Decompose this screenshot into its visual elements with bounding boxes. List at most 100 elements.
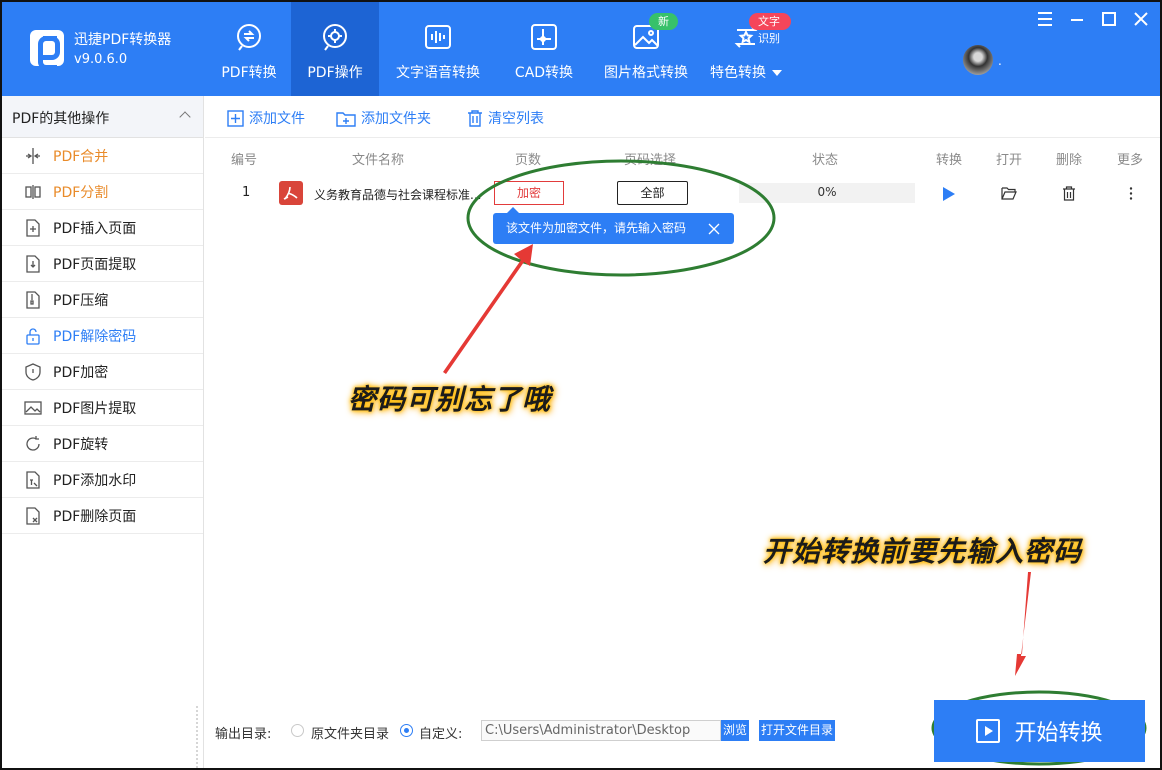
folder-open-icon[interactable] [1001,186,1017,200]
sidebar-title: PDF的其他操作 [12,111,110,127]
close-icon[interactable] [1132,10,1150,28]
merge-icon [26,147,40,164]
avatar[interactable] [963,45,993,75]
user-name: . [998,54,1002,68]
header-bar: 迅捷PDF转换器 v9.0.6.0 PDF转换 PDF操作 文字语音转换 CAD… [2,2,1160,96]
output-path-input[interactable] [481,720,721,741]
unlock-icon [26,327,40,345]
close-icon[interactable] [708,223,720,235]
add-folder-button[interactable]: 添加文件夹 [336,108,431,128]
radio-original-label: 原文件夹目录 [311,727,390,742]
more-icon[interactable] [1128,186,1134,201]
col-page-select: 页码选择 [624,153,677,168]
output-label: 输出目录: [215,727,272,742]
annotation-arrow-top [443,244,533,374]
menu-icon[interactable] [1036,10,1054,28]
sidebar-item-label: PDF解除密码 [53,328,137,345]
sidebar-item-label: PDF添加水印 [53,472,137,489]
tab-image-convert[interactable]: 图片格式转换 新 [591,2,701,96]
annotation-text-bottom: 开始转换前要先输入密码 [763,535,1083,568]
cad-icon [531,24,557,50]
image-extract-icon [24,400,42,415]
page-select-button[interactable]: 全部 [617,181,688,205]
delete-page-icon [26,506,40,525]
col-delete: 删除 [1056,153,1083,168]
sidebar-item-remove-password[interactable]: PDF解除密码 [2,318,203,354]
play-icon[interactable] [942,186,956,202]
add-file-icon [227,109,244,127]
tab-pdf-convert[interactable]: PDF转换 [207,2,291,96]
pdf-file-icon [279,181,303,205]
window-controls [1036,10,1150,28]
file-toolbar: 添加文件 添加文件夹 清空列表 [205,96,1160,138]
col-open: 打开 [996,153,1023,168]
sidebar-item-label: PDF旋转 [53,436,109,453]
delete-icon[interactable] [1062,186,1076,201]
minimize-icon[interactable] [1068,10,1086,28]
table-header: 编号 文件名称 页数 页码选择 状态 转换 打开 删除 更多 [205,139,1160,175]
tab-label: PDF转换 [221,65,277,81]
tab-text-speech[interactable]: 文字语音转换 [379,2,497,96]
sidebar-item-insert-page[interactable]: PDF插入页面 [2,210,203,246]
clear-list-button[interactable]: 清空列表 [467,108,544,128]
sidebar-item-merge[interactable]: PDF合并 [2,138,203,174]
shield-icon [25,362,41,381]
tab-cad-convert[interactable]: CAD转换 [497,2,591,96]
chevron-up-icon [179,111,191,123]
maximize-icon[interactable] [1100,10,1118,28]
add-folder-label: 添加文件夹 [361,111,431,127]
sidebar-item-label: PDF图片提取 [53,400,137,417]
radio-custom-folder[interactable] [400,724,413,737]
radio-original-folder[interactable] [291,724,304,737]
add-file-button[interactable]: 添加文件 [227,108,305,128]
ocr-badge[interactable]: 文字识别 [749,13,791,45]
app-name: 迅捷PDF转换器 [74,32,172,48]
tab-label: CAD转换 [514,65,574,81]
start-convert-label: 开始转换 [1014,721,1103,746]
output-bar: 输出目录: 原文件夹目录 自定义: 浏览 打开文件目录 [205,712,925,748]
tab-label: 文字语音转换 [396,65,480,81]
sidebar-item-watermark[interactable]: PDF添加水印 [2,462,203,498]
progress-bar: 0% [739,183,915,203]
app-logo [30,30,64,70]
tooltip-text: 该文件为加密文件，请先输入密码 [506,221,687,235]
col-pages: 页数 [515,153,542,168]
rotate-icon [26,435,40,451]
table-row[interactable]: 1 义务教育品德与社会课程标准... 加密 全部 0% [205,176,1160,212]
sidebar-item-rotate[interactable]: PDF旋转 [2,426,203,462]
browse-button[interactable]: 浏览 [721,720,749,741]
compress-icon [26,290,40,309]
col-more: 更多 [1117,153,1144,168]
sidebar-item-label: PDF加密 [53,364,109,381]
col-convert: 转换 [936,153,963,168]
open-folder-button[interactable]: 打开文件目录 [759,720,835,741]
watermark-icon [26,470,40,489]
chevron-down-icon [772,70,782,76]
add-folder-icon [336,111,356,127]
sidebar-item-label: PDF插入页面 [53,220,137,237]
sidebar-item-compress[interactable]: PDF压缩 [2,282,203,318]
tab-label: PDF操作 [307,65,363,81]
extract-page-icon [26,254,40,273]
audio-wave-icon [425,25,451,49]
sidebar-header[interactable]: PDF的其他操作 [2,96,203,138]
tab-special-convert[interactable]: 特色转换 文字识别 [701,2,791,96]
sidebar-item-split[interactable]: PDF分割 [2,174,203,210]
sidebar-item-label: PDF合并 [53,148,109,165]
play-square-icon [976,719,1001,743]
tab-pdf-operate[interactable]: PDF操作 [291,2,379,96]
sidebar-item-delete-page[interactable]: PDF删除页面 [2,498,203,534]
start-convert-button[interactable]: 开始转换 [934,700,1145,762]
sidebar-item-image-extract[interactable]: PDF图片提取 [2,390,203,426]
encrypted-tooltip: 该文件为加密文件，请先输入密码 [493,207,734,244]
row-filename: 义务教育品德与社会课程标准... [314,188,482,202]
insert-page-icon [26,218,40,237]
trash-icon [468,109,482,127]
sidebar-item-label: PDF删除页面 [53,508,137,525]
encrypted-password-button[interactable]: 加密 [494,181,564,205]
sidebar-item-encrypt[interactable]: PDF加密 [2,354,203,390]
resize-handle[interactable] [196,706,198,768]
sidebar-item-extract-page[interactable]: PDF页面提取 [2,246,203,282]
main-nav: PDF转换 PDF操作 文字语音转换 CAD转换 图片格式转换 新 特色转换 文… [207,2,791,96]
col-filename: 文件名称 [352,153,405,168]
